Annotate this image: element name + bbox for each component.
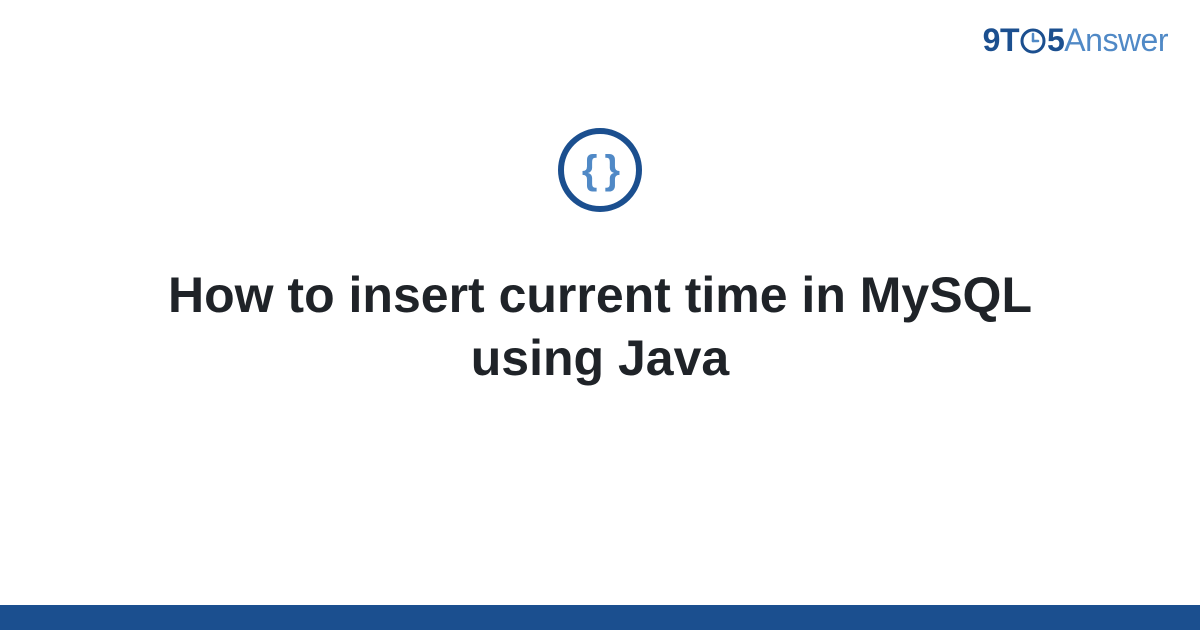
clock-icon [1020,28,1046,54]
site-logo: 9T 5Answer [983,22,1168,59]
page-title: How to insert current time in MySQL usin… [150,264,1050,389]
logo-five: 5 [1047,22,1064,58]
footer-accent-bar [0,605,1200,630]
main-content: { } How to insert current time in MySQL … [0,128,1200,389]
logo-nine: 9 [983,22,1000,58]
logo-t: T [1000,22,1019,58]
logo-answer: Answer [1064,22,1168,58]
code-braces-icon: { } [558,128,642,212]
braces-glyph: { } [582,150,618,190]
